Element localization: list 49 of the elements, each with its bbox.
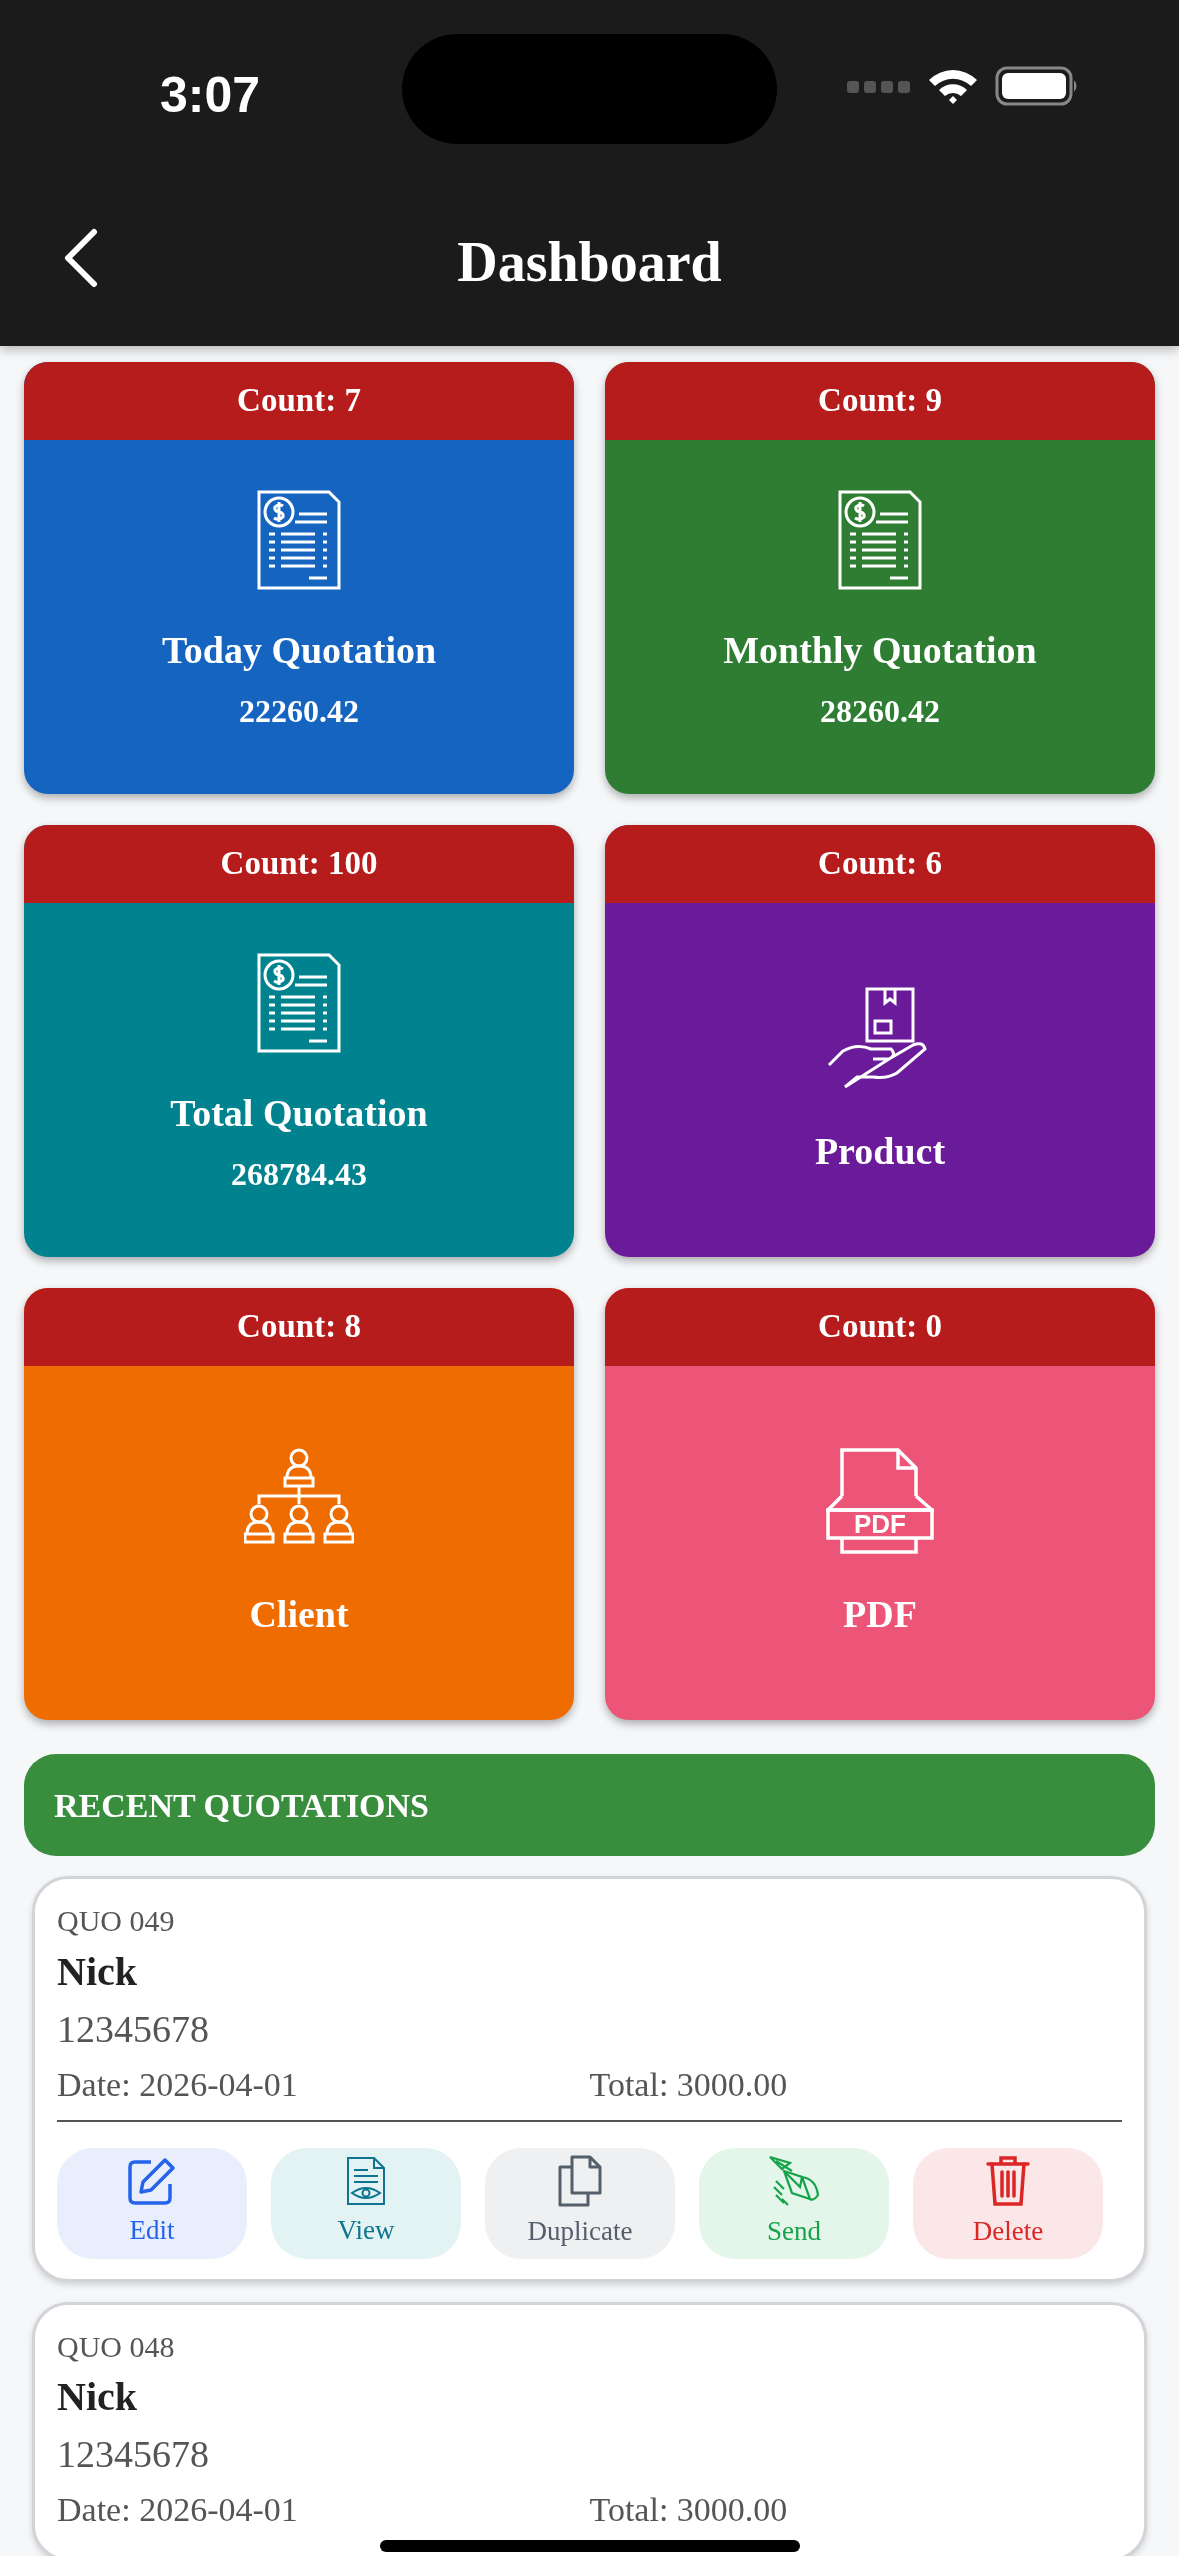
delete-button[interactable]: Delete <box>913 2147 1103 2259</box>
count-label: Count: 6 <box>818 844 942 884</box>
status-time: 3:07 <box>160 66 261 125</box>
client-phone: 12345678 <box>57 2006 210 2052</box>
quotation-number: QUO 049 <box>57 1903 176 1939</box>
count-label: Count: 100 <box>220 844 378 884</box>
tile-title: Product <box>814 1131 946 1173</box>
count-label: Count: 9 <box>818 381 942 421</box>
count-label: Count: 7 <box>237 381 361 421</box>
edit-button[interactable]: Edit <box>57 2147 247 2259</box>
signal-icon <box>847 78 911 94</box>
count-label: Count: 0 <box>818 1307 942 1347</box>
duplicate-button[interactable]: Duplicate <box>485 2147 675 2259</box>
quotation-total: Total: 3000.00 <box>589 2065 788 2103</box>
dashboard-tile[interactable]: Count: 7 Today Quotation 22260.42 <box>24 362 574 794</box>
count-label: Count: 8 <box>237 1307 361 1347</box>
tile-title: Total Quotation <box>170 1093 428 1135</box>
client-phone: 12345678 <box>57 2432 210 2478</box>
dashboard-tile[interactable]: Count: 8 Client <box>24 1288 574 1720</box>
client-name: Nick <box>57 2373 138 2422</box>
view-button[interactable]: View <box>271 2147 461 2259</box>
quotation-total: Total: 3000.00 <box>589 2491 788 2529</box>
dashboard-tile[interactable]: Count: 100 Total Quotation 268784.43 <box>24 825 574 1257</box>
invoice-icon <box>257 490 341 590</box>
trash-icon <box>986 2155 1030 2208</box>
back-icon[interactable] <box>62 228 98 288</box>
tile-title: Today Quotation <box>161 630 437 672</box>
invoice-icon <box>838 490 922 590</box>
quotation-date: Date: 2026-04-01 <box>57 2065 298 2103</box>
document-eye-icon <box>346 2156 386 2207</box>
edit-icon <box>127 2156 177 2207</box>
tile-title: PDF <box>843 1594 917 1636</box>
tile-amount: 28260.42 <box>820 693 940 729</box>
client-name: Nick <box>57 1947 138 1996</box>
copy-icon <box>558 2155 602 2208</box>
dashboard-tile[interactable]: Count: 6 Product <box>605 825 1155 1257</box>
dashboard-tile[interactable]: Count: 0 PDF PDF <box>605 1288 1155 1720</box>
quotation-number: QUO 048 <box>57 2328 176 2365</box>
tile-amount: 268784.43 <box>231 1156 367 1192</box>
dashboard-tile[interactable]: Count: 9 Monthly Quotation 28260.42 <box>605 362 1155 794</box>
page-title: Dashboard <box>456 234 723 290</box>
tile-title: Client <box>249 1594 349 1636</box>
winged-envelope-icon <box>768 2155 820 2208</box>
invoice-icon <box>257 953 341 1053</box>
quotation-date: Date: 2026-04-01 <box>57 2491 298 2529</box>
battery-icon <box>995 66 1079 106</box>
tile-title: Monthly Quotation <box>723 630 1037 672</box>
section-title: RECENT QUOTATIONS <box>54 1785 430 1826</box>
tile-amount: 22260.42 <box>239 693 359 729</box>
